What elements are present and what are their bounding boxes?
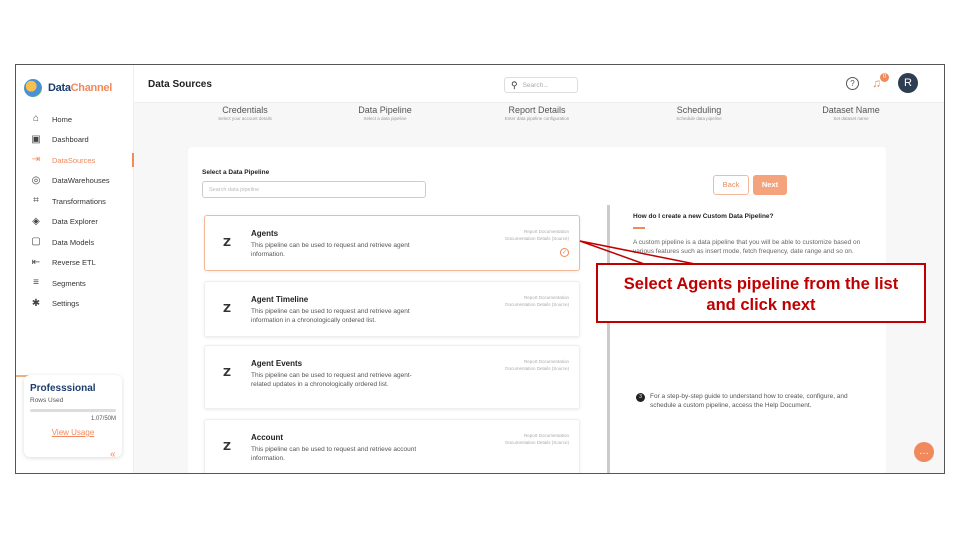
annotation-line-1: Select Agents pipeline from the list bbox=[623, 275, 899, 293]
annotation-line-2: and click next bbox=[706, 296, 816, 314]
annotation-callout: Select Agents pipeline from the list and… bbox=[596, 263, 926, 323]
